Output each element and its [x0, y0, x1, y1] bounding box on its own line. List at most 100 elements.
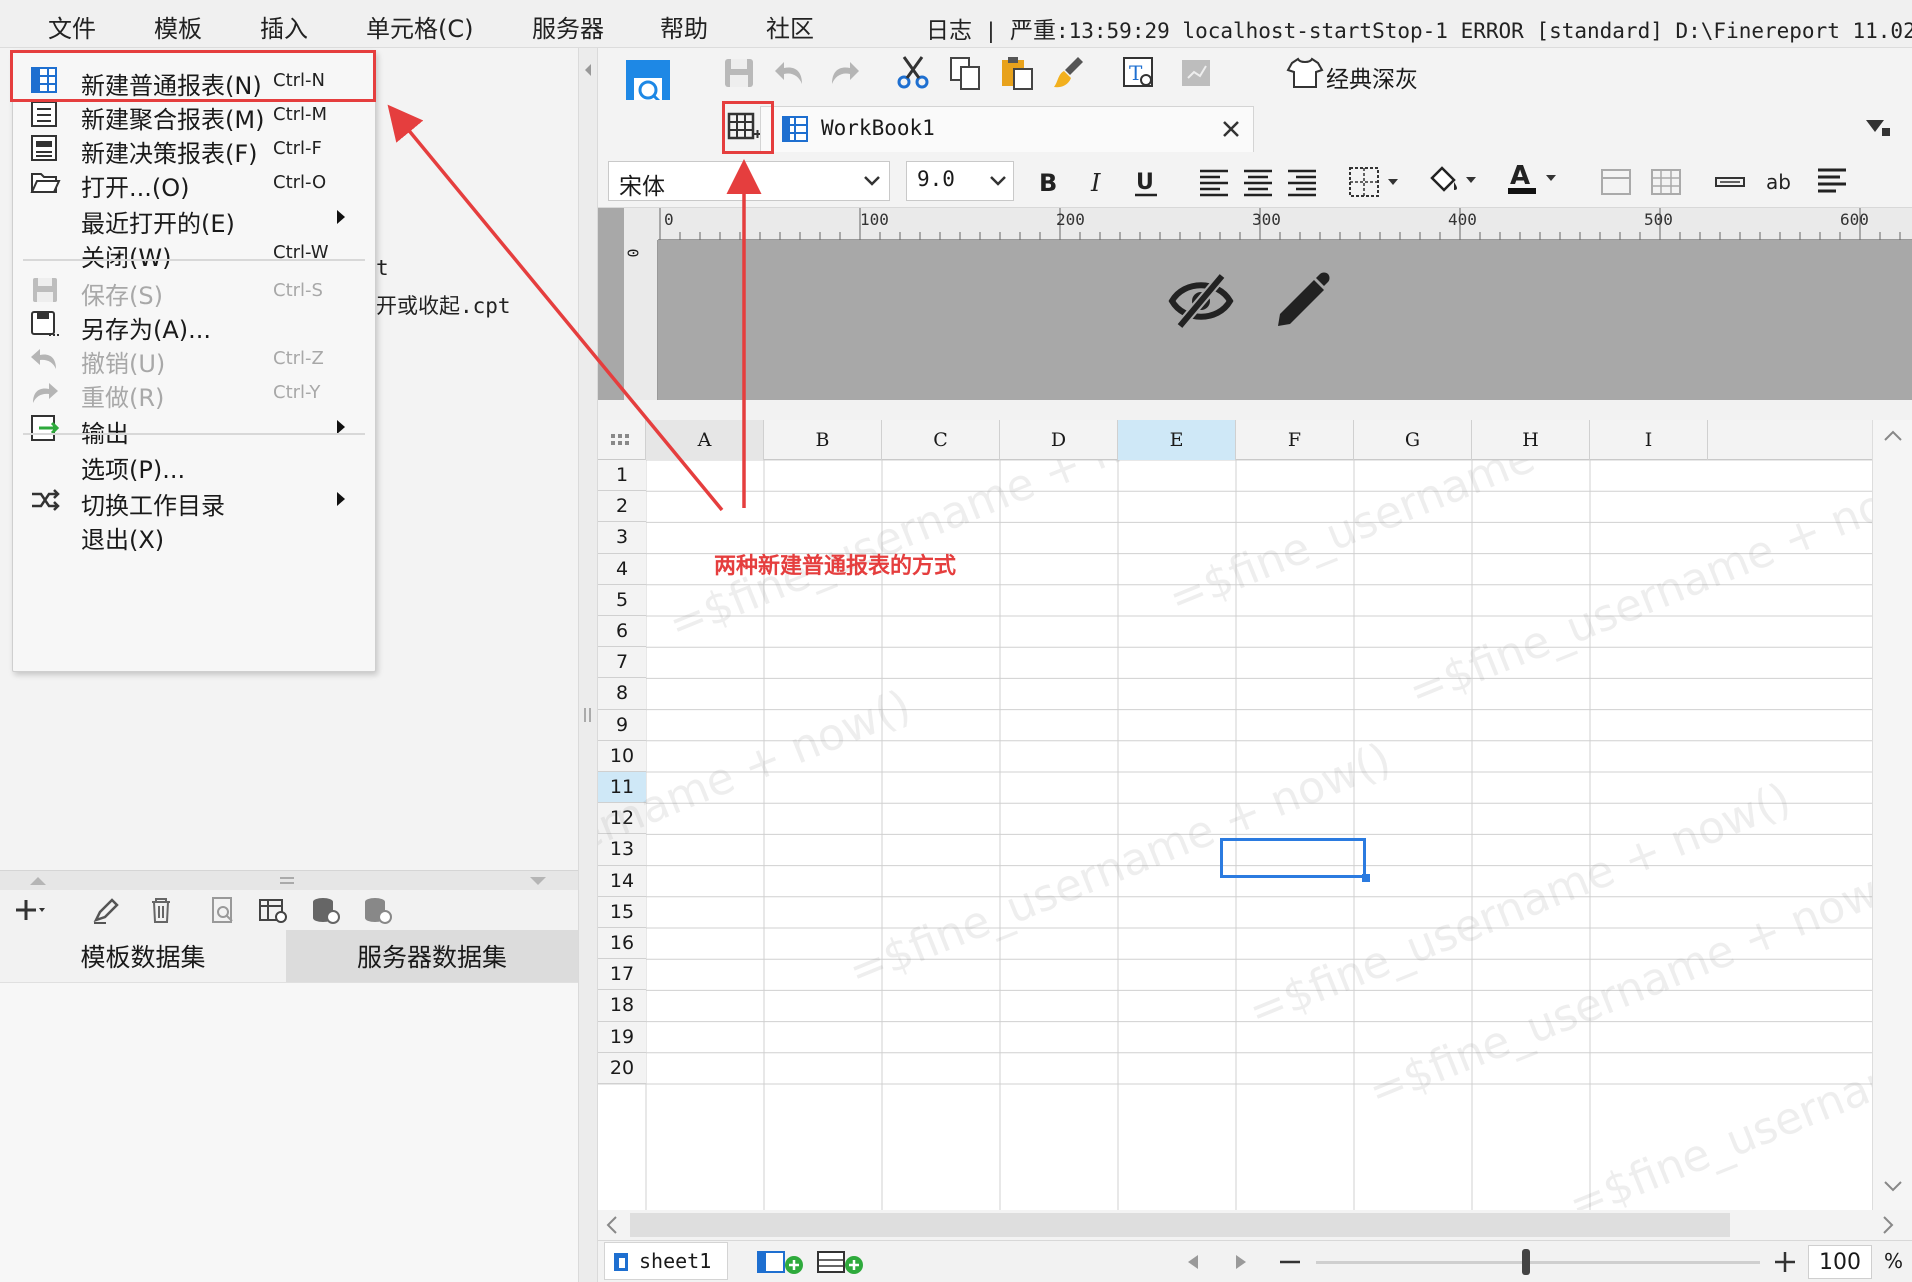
dataset-table-icon[interactable] [256, 894, 290, 926]
edit-icon[interactable] [90, 894, 124, 926]
row-header-17[interactable]: 17 [598, 959, 646, 991]
fit-width-icon[interactable] [1712, 164, 1748, 200]
unmerge-cells-icon[interactable] [1648, 164, 1684, 200]
zoom-slider-track[interactable] [1316, 1261, 1760, 1264]
cell-grid[interactable]: 1 2 3 4 5 6 7 8 9 10 11 12 13 14 15 16 17 18 19 20 =$fine_us… [598, 420, 1872, 1210]
column-header-A[interactable]: A [646, 420, 764, 460]
row-header-2[interactable]: 2 [598, 491, 646, 523]
menu-server[interactable]: 服务器 [532, 9, 604, 44]
undo-icon[interactable] [772, 54, 810, 92]
align-right-icon[interactable] [1284, 164, 1320, 200]
tab-server-dataset[interactable]: 服务器数据集 [286, 930, 578, 982]
tab-template-dataset[interactable]: 模板数据集 [0, 930, 286, 982]
menu-help[interactable]: 帮助 [660, 9, 708, 44]
scroll-down-icon[interactable] [1883, 1180, 1903, 1194]
format-painter-icon[interactable] [1050, 54, 1088, 92]
tab-menu-icon[interactable] [1862, 114, 1892, 140]
row-header-6[interactable]: 6 [598, 616, 646, 648]
chart-insert-icon[interactable] [1178, 54, 1216, 92]
database-connect-icon[interactable] [308, 894, 342, 926]
panel-splitter[interactable] [0, 870, 578, 890]
add-poly-sheet-icon[interactable] [816, 1249, 866, 1275]
column-header-H[interactable]: H [1472, 420, 1590, 460]
scroll-right-icon[interactable] [1882, 1215, 1896, 1235]
preview-dataset-icon[interactable] [206, 894, 240, 926]
row-header-20[interactable]: 20 [598, 1052, 646, 1084]
collapse-up-icon[interactable] [28, 875, 48, 887]
text-box-icon[interactable]: T [1120, 54, 1158, 92]
column-header-E[interactable]: E [1118, 420, 1236, 460]
row-header-14[interactable]: 14 [598, 865, 646, 897]
zoom-slider-thumb[interactable] [1522, 1249, 1530, 1275]
scroll-up-icon[interactable] [1883, 428, 1903, 442]
tree-item-partial-1[interactable]: t [376, 256, 389, 280]
tab-workbook1[interactable]: WorkBook1 [760, 106, 1254, 152]
sheet-tab-sheet1[interactable]: sheet1 [604, 1242, 728, 1280]
row-header-10[interactable]: 10 [598, 740, 646, 772]
sheet-next-icon[interactable] [1234, 1253, 1248, 1271]
menu-cell[interactable]: 单元格(C) [366, 9, 473, 44]
menu-insert[interactable]: 插入 [260, 9, 308, 44]
font-color-icon[interactable]: A [1504, 160, 1560, 200]
row-header-3[interactable]: 3 [598, 522, 646, 554]
vertical-scrollbar[interactable] [1872, 420, 1912, 1210]
cut-icon[interactable] [894, 54, 932, 92]
align-center-icon[interactable] [1240, 164, 1276, 200]
drag-handle-icon[interactable] [584, 708, 592, 722]
column-header-F[interactable]: F [1236, 420, 1354, 460]
sheet-prev-icon[interactable] [1186, 1253, 1200, 1271]
scroll-left-icon[interactable] [604, 1215, 618, 1235]
add-dataset-icon[interactable] [12, 894, 46, 926]
menu-template[interactable]: 模板 [154, 9, 202, 44]
menu-item-5[interactable]: 关闭(W) Ctrl-W [13, 231, 375, 273]
menu-community[interactable]: 社区 [766, 9, 814, 44]
italic-icon[interactable]: I [1080, 164, 1116, 200]
collapse-down-icon[interactable] [528, 875, 548, 887]
align-left-icon[interactable] [1196, 164, 1232, 200]
row-header-1[interactable]: 1 [598, 460, 646, 492]
tree-item-partial-2[interactable]: 开或收起.cpt [376, 290, 511, 320]
text-wrap-icon[interactable]: ab [1762, 164, 1802, 200]
row-header-16[interactable]: 16 [598, 928, 646, 960]
row-header-15[interactable]: 15 [598, 896, 646, 928]
fill-color-icon[interactable] [1424, 162, 1480, 200]
column-header-G[interactable]: G [1354, 420, 1472, 460]
selected-cell[interactable] [1220, 838, 1366, 878]
grip-icon[interactable] [280, 877, 294, 885]
row-header-5[interactable]: 5 [598, 584, 646, 616]
row-header-9[interactable]: 9 [598, 709, 646, 741]
bold-icon[interactable]: B [1030, 164, 1066, 200]
theme-button[interactable]: 经典深灰 [1326, 60, 1418, 94]
redo-icon[interactable] [824, 54, 862, 92]
theme-shirt-icon[interactable] [1286, 54, 1324, 92]
font-family-select[interactable]: 宋体 [608, 161, 890, 201]
row-header-19[interactable]: 19 [598, 1021, 646, 1053]
zoom-input[interactable]: 100 [1808, 1245, 1872, 1279]
add-sheet-icon[interactable] [756, 1249, 806, 1275]
row-header-4[interactable]: 4 [598, 553, 646, 585]
select-all-corner[interactable] [598, 420, 646, 460]
row-header-7[interactable]: 7 [598, 647, 646, 679]
collapse-left-icon[interactable] [583, 62, 593, 78]
delete-icon[interactable] [144, 894, 178, 926]
column-header-I[interactable]: I [1590, 420, 1708, 460]
row-header-18[interactable]: 18 [598, 990, 646, 1022]
fill-handle[interactable] [1362, 874, 1370, 882]
dataset-list[interactable] [0, 982, 578, 1282]
menu-item-13[interactable]: 退出(X) [13, 513, 375, 555]
zoom-in-icon[interactable] [1772, 1249, 1798, 1275]
copy-icon[interactable] [946, 54, 984, 92]
menu-file[interactable]: 文件 [48, 9, 96, 44]
column-header-B[interactable]: B [764, 420, 882, 460]
scrollbar-thumb[interactable] [630, 1213, 1730, 1237]
paste-icon[interactable] [998, 54, 1036, 92]
zoom-out-icon[interactable] [1278, 1253, 1302, 1271]
column-header-D[interactable]: D [1000, 420, 1118, 460]
save-icon[interactable] [720, 54, 758, 92]
column-header-C[interactable]: C [882, 420, 1000, 460]
border-icon[interactable] [1346, 164, 1402, 200]
merge-cells-icon[interactable] [1598, 164, 1634, 200]
row-header-8[interactable]: 8 [598, 678, 646, 710]
close-icon[interactable] [1221, 119, 1241, 139]
edit-pencil-icon[interactable] [1270, 268, 1334, 332]
